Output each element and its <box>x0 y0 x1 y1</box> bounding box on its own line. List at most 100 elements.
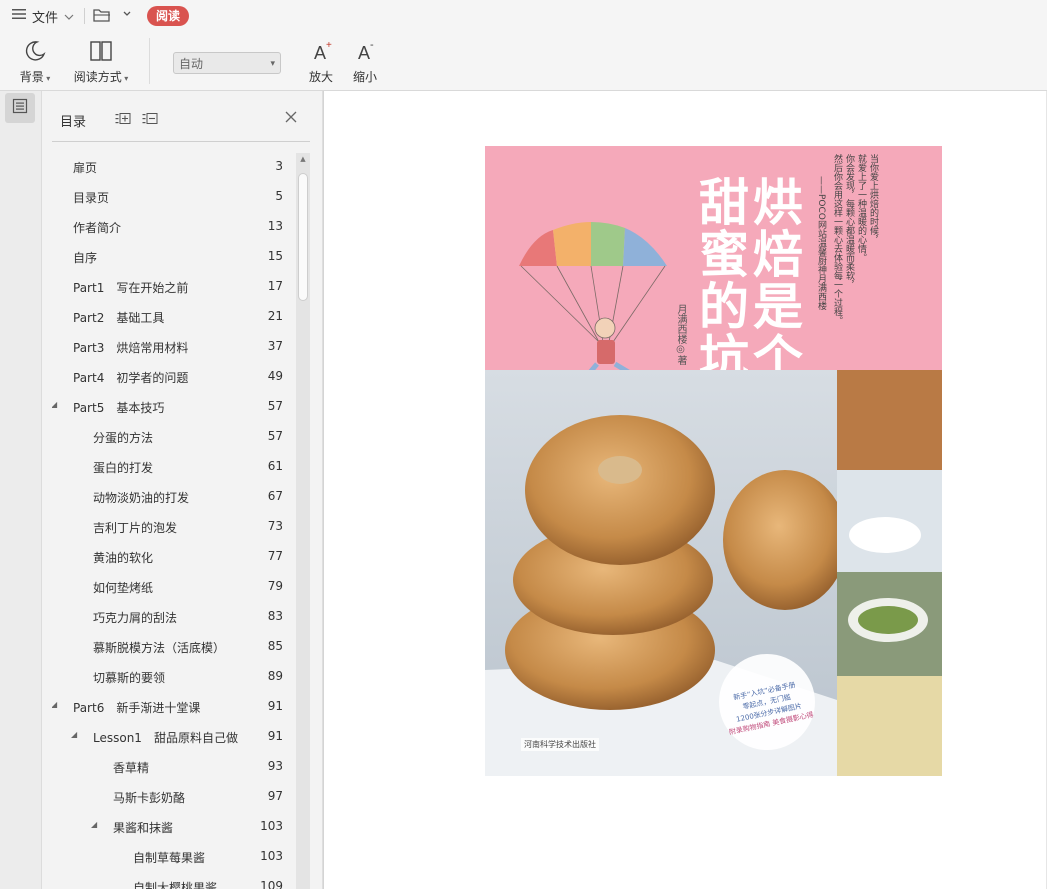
toc-item-label: 自序 <box>73 251 98 265</box>
zoom-out-button[interactable]: A- 缩小 <box>350 38 380 85</box>
hamburger-icon <box>12 8 26 24</box>
open-folder-icon[interactable] <box>93 7 111 27</box>
toc-item[interactable]: 目录页 5 <box>52 181 299 211</box>
cover-title-col1: 烘焙是个 <box>745 176 803 384</box>
toc-item[interactable]: 吉利丁片的泡发 73 <box>52 511 299 541</box>
reading-mode-badge[interactable]: 阅读 <box>147 6 190 26</box>
expand-arrow-icon[interactable]: ◢ <box>52 400 57 409</box>
toc-item-label: 马斯卡彭奶酪 <box>113 791 186 805</box>
toc-item[interactable]: 动物淡奶油的打发 67 <box>52 481 299 511</box>
toc-item-page: 61 <box>267 459 283 473</box>
toc-item-page: 79 <box>267 579 283 593</box>
toc-item-label: 自制草莓果酱 <box>133 851 206 865</box>
read-mode-button[interactable]: 阅读方式 ▾ <box>72 38 130 85</box>
cover-author: 月满西楼◎著 <box>675 304 686 365</box>
toc-item-label: 黄油的软化 <box>93 551 154 565</box>
list-icon <box>12 98 28 118</box>
expand-arrow-icon[interactable]: ◢ <box>91 820 97 829</box>
toc-item[interactable]: 扉页 3 <box>52 151 299 181</box>
toc-item-page: 103 <box>260 849 283 863</box>
toc-item-page: 49 <box>267 369 283 383</box>
svg-text:A: A <box>314 43 326 63</box>
expand-all-icon[interactable] <box>115 111 131 130</box>
toc-item[interactable]: ◢ Lesson1 甜品原料自己做 91 <box>52 721 299 751</box>
toc-item-page: 85 <box>267 639 283 653</box>
toc-item[interactable]: ◢ 果酱和抹酱 103 <box>52 811 299 841</box>
toc-item[interactable]: 蛋白的打发 61 <box>52 451 299 481</box>
toc-item[interactable]: ◢ Part6 新手渐进十堂课 91 <box>52 691 299 721</box>
toc-item-label: 目录页 <box>73 191 110 205</box>
toc-item-page: 77 <box>267 549 283 563</box>
zoom-in-button[interactable]: A + 放大 <box>306 38 336 85</box>
toc-item-label: 如何垫烤纸 <box>93 581 154 595</box>
document-page: 烘焙是个 甜蜜的坑 月满西楼◎著 当你爱上烘焙的时候， 就爱上了一种温暖的心情。… <box>323 91 1046 889</box>
folder-dropdown-icon[interactable] <box>122 7 132 24</box>
toc-item[interactable]: 自序 15 <box>52 241 299 271</box>
svg-text:+: + <box>326 40 332 51</box>
toc-item[interactable]: 如何垫烤纸 79 <box>52 571 299 601</box>
book-icon <box>89 38 113 64</box>
toc-item-page: 109 <box>260 879 283 889</box>
toc-item-page: 89 <box>267 669 283 683</box>
document-area: 烘焙是个 甜蜜的坑 月满西楼◎著 当你爱上烘焙的时候， 就爱上了一种温暖的心情。… <box>323 91 1047 889</box>
toc-item[interactable]: 巧克力屑的刮法 83 <box>52 601 299 631</box>
book-cover: 烘焙是个 甜蜜的坑 月满西楼◎著 当你爱上烘焙的时候， 就爱上了一种温暖的心情。… <box>485 146 942 776</box>
toc-item-page: 93 <box>267 759 283 773</box>
toc-header: 目录 <box>42 91 322 141</box>
file-menu-button[interactable]: 文件 <box>12 6 74 26</box>
toc-item-page: 37 <box>267 339 283 353</box>
toc-item[interactable]: 分蛋的方法 57 <box>52 421 299 451</box>
toc-list: 扉页 3 目录页 5 作者简介 13 自序 15 Part1 写在开始之前 17 Part2 基础工… <box>52 151 299 889</box>
toc-toggle-button[interactable] <box>5 93 35 123</box>
toc-item-page: 57 <box>267 429 283 443</box>
chevron-down-icon <box>64 9 74 24</box>
scroll-up-icon[interactable]: ▲ <box>296 153 310 165</box>
toc-item-page: 3 <box>275 159 283 173</box>
zoom-select-value: 自动 <box>179 57 204 71</box>
toc-item-label: 慕斯脱模方法（活底模） <box>93 641 226 655</box>
toc-item-label: 巧克力屑的刮法 <box>93 611 178 625</box>
divider <box>149 38 150 84</box>
toc-item-page: 15 <box>267 249 283 263</box>
background-button[interactable]: 背景 ▾ <box>18 38 52 85</box>
toc-item-label: 分蛋的方法 <box>93 431 154 445</box>
toc-item[interactable]: 作者简介 13 <box>52 211 299 241</box>
toc-item[interactable]: 自制草莓果酱 103 <box>52 841 299 871</box>
toc-item[interactable]: 马斯卡彭奶酪 97 <box>52 781 299 811</box>
expand-arrow-icon[interactable]: ◢ <box>71 730 77 739</box>
cover-blurb-4: 然后你会用这样一颗心去体验每一个过程。 <box>832 154 842 325</box>
title-row: 文件 阅读 <box>0 0 1047 32</box>
divider <box>52 141 310 142</box>
toc-item[interactable]: 黄油的软化 77 <box>52 541 299 571</box>
toc-item[interactable]: 自制大樱桃果酱 109 <box>52 871 299 889</box>
toc-item[interactable]: Part3 烘焙常用材料 37 <box>52 331 299 361</box>
zoom-select[interactable]: 自动 ▾ <box>173 52 281 74</box>
toc-item-label: Part1 写在开始之前 <box>73 281 189 295</box>
toc-item-label: 香草精 <box>113 761 150 775</box>
toc-item-label: 吉利丁片的泡发 <box>93 521 178 535</box>
expand-arrow-icon[interactable]: ◢ <box>52 700 57 709</box>
collapse-all-icon[interactable] <box>142 111 158 130</box>
toc-item[interactable]: Part4 初学者的问题 49 <box>52 361 299 391</box>
toc-item[interactable]: 慕斯脱模方法（活底模） 85 <box>52 631 299 661</box>
toc-item-label: 动物淡奶油的打发 <box>93 491 190 505</box>
cover-blurb-2: 就爱上了一种温暖的心情。 <box>856 154 866 262</box>
toc-item-label: 切慕斯的要领 <box>93 671 166 685</box>
toc-item-label: 作者简介 <box>73 221 122 235</box>
toc-item[interactable]: ◢ Part5 基本技巧 57 <box>52 391 299 421</box>
toc-item-label: 扉页 <box>73 161 98 175</box>
toc-item-label: 自制大樱桃果酱 <box>133 881 218 889</box>
divider <box>84 8 85 24</box>
close-icon[interactable] <box>285 111 297 125</box>
toc-scrollbar[interactable]: ▲ <box>296 153 310 889</box>
toc-item[interactable]: 香草精 93 <box>52 751 299 781</box>
scroll-thumb[interactable] <box>298 173 308 301</box>
cover-blurb-1: 当你爱上烘焙的时候， <box>868 154 878 244</box>
toc-item[interactable]: Part2 基础工具 21 <box>52 301 299 331</box>
file-menu-label: 文件 <box>32 10 59 26</box>
cover-blurb-5: ——POCO网站温馨厨神月满西楼 <box>816 176 826 310</box>
toc-item[interactable]: Part1 写在开始之前 17 <box>52 271 299 301</box>
toc-item[interactable]: 切慕斯的要领 89 <box>52 661 299 691</box>
zoom-in-icon: A + <box>309 38 333 64</box>
chevron-down-icon: ▾ <box>270 59 275 69</box>
